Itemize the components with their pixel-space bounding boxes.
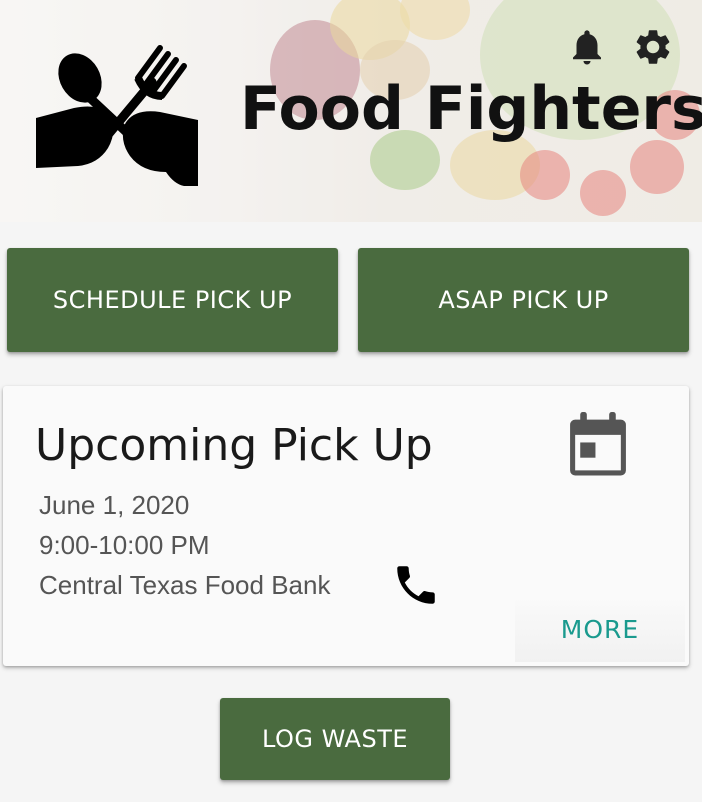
upcoming-pickup-card: Upcoming Pick Up June 1, 2020 9:00-10:00… [3,386,689,666]
card-title: Upcoming Pick Up [35,420,433,471]
settings-gear-icon[interactable] [632,26,674,68]
pickup-time: 9:00-10:00 PM [39,530,210,560]
notifications-bell-icon[interactable] [566,26,608,68]
phone-icon[interactable] [391,560,441,610]
app-title: Food Fighters [240,74,702,144]
asap-pickup-button[interactable]: ASAP PICK UP [358,248,689,352]
app-header: Food Fighters [0,0,702,222]
calendar-icon[interactable] [567,412,629,478]
logo-icon [36,45,198,186]
pickup-date: June 1, 2020 [39,490,190,520]
log-waste-button[interactable]: LOG WASTE [220,698,450,780]
pickup-location: Central Texas Food Bank [39,570,331,600]
more-button[interactable]: MORE [515,596,685,662]
schedule-pickup-button[interactable]: SCHEDULE PICK UP [7,248,338,352]
